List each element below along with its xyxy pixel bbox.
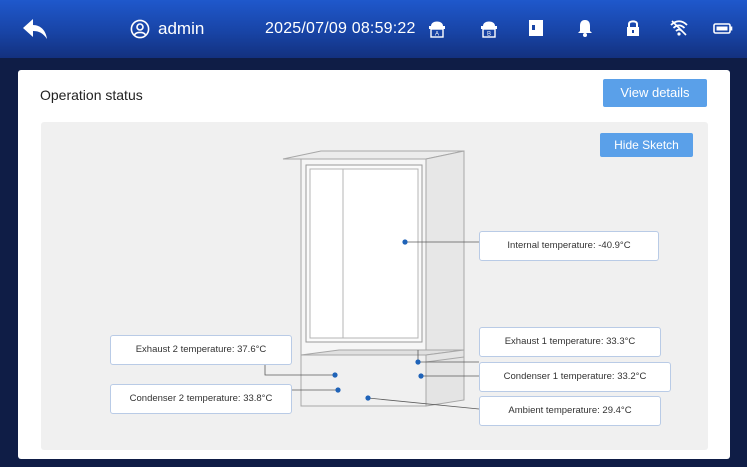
battery-icon: [713, 23, 733, 34]
view-details-button[interactable]: View details: [603, 79, 707, 107]
sensor-condenser-1: [418, 373, 424, 379]
wifi-icon[interactable]: [669, 18, 689, 38]
sensor-exhaust-2: [332, 372, 338, 378]
internal-temperature-label: Internal temperature: -40.9°C: [479, 231, 659, 261]
lock-icon[interactable]: [623, 18, 643, 38]
panel-title: Operation status: [40, 87, 143, 103]
freezer-cabinet: [282, 150, 465, 407]
sensor-exhaust-1: [415, 359, 421, 365]
user-icon: [130, 19, 150, 39]
condenser-2-temperature-label: Condenser 2 temperature: 33.8°C: [110, 384, 292, 414]
condenser-1-temperature-label: Condenser 1 temperature: 33.2°C: [479, 362, 671, 392]
svg-text:B: B: [487, 32, 491, 38]
svg-text:A: A: [435, 32, 439, 38]
sensor-condenser-2: [335, 387, 341, 393]
exhaust-1-temperature-label: Exhaust 1 temperature: 33.3°C: [479, 327, 661, 357]
operation-status-panel: Operation status View details Hide Sketc…: [18, 70, 730, 459]
printer-a-icon[interactable]: A: [427, 18, 447, 38]
sensor-internal: [402, 239, 408, 245]
user-info[interactable]: admin: [130, 18, 204, 40]
exhaust-2-temperature-label: Exhaust 2 temperature: 37.6°C: [110, 335, 292, 365]
back-arrow-icon[interactable]: [22, 17, 48, 41]
printer-b-icon[interactable]: B: [479, 18, 499, 38]
datetime: 2025/07/09 08:59:22: [265, 20, 416, 37]
sensor-ambient: [365, 395, 371, 401]
bell-icon[interactable]: [575, 18, 595, 38]
username: admin: [158, 19, 205, 38]
sketch-area: Hide Sketch Internal temperature: -40.9°…: [41, 122, 708, 450]
door-icon[interactable]: [526, 18, 546, 38]
top-bar: admin 2025/07/09 08:59:22 A B: [0, 0, 747, 58]
ambient-temperature-label: Ambient temperature: 29.4°C: [479, 396, 661, 426]
